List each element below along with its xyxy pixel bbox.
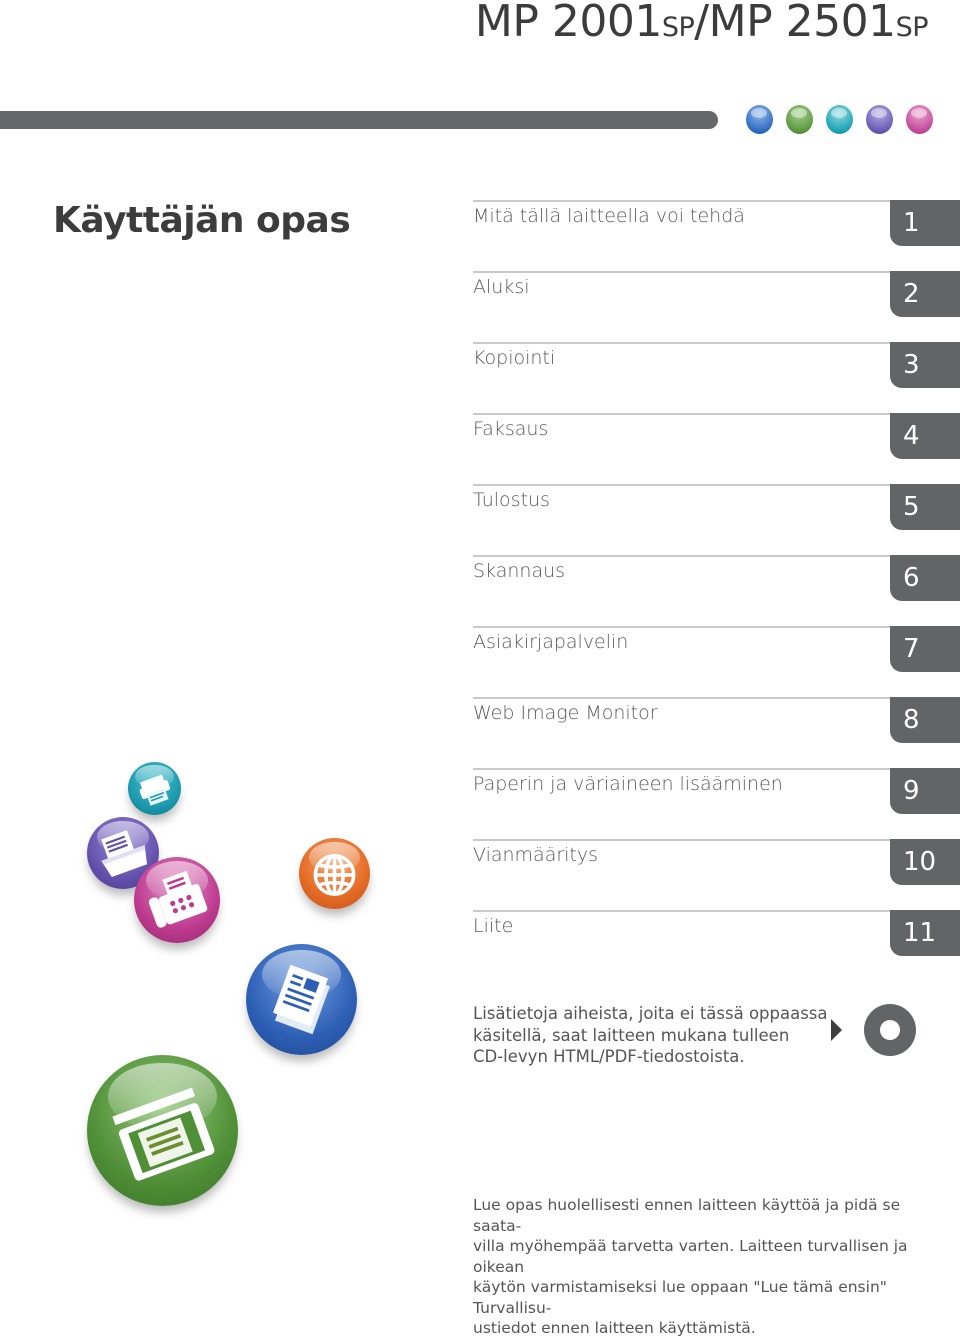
toc-item-label[interactable]: Aluksi	[473, 276, 530, 298]
chapter-tab-2[interactable]: 2	[890, 271, 960, 317]
toc-item-10[interactable]: Vianmääritys 10	[473, 839, 960, 910]
chapter-number: 2	[903, 279, 920, 309]
chapter-number: 10	[903, 847, 937, 877]
table-of-contents: Mitä tällä laitteella voi tehdä 1 Aluksi 2…	[473, 200, 960, 981]
cd-reference-note: Lisätietoja aiheista, joita ei tässä opp…	[473, 1004, 828, 1066]
model-title: MP 2001SP/MP 2501SP	[474, 0, 929, 47]
divider	[473, 839, 960, 841]
toc-item-3[interactable]: Kopiointi 3	[473, 342, 960, 413]
chapter-tab-5[interactable]: 5	[890, 484, 960, 530]
model-name-2: /MP 2501	[694, 0, 896, 47]
divider	[473, 271, 960, 273]
toc-item-label[interactable]: Skannaus	[473, 560, 565, 582]
scanner-icon	[87, 1055, 238, 1206]
toc-item-label[interactable]: Web Image Monitor	[473, 702, 658, 724]
cd-disc-icon	[864, 1004, 916, 1056]
divider	[473, 484, 960, 486]
chapter-tab-9[interactable]: 9	[890, 768, 960, 814]
toc-item-9[interactable]: Paperin ja väriaineen lisääminen 9	[473, 768, 960, 839]
chapter-number: 11	[903, 918, 937, 948]
chapter-number: 7	[903, 634, 920, 664]
chapter-tab-11[interactable]: 11	[890, 910, 960, 956]
toc-item-11[interactable]: Liite 11	[473, 910, 960, 981]
model-name-1: MP 2001	[474, 0, 662, 47]
document-title: Käyttäjän opas	[53, 200, 351, 241]
toc-item-8[interactable]: Web Image Monitor 8	[473, 697, 960, 768]
toc-item-label[interactable]: Kopiointi	[473, 347, 555, 369]
printer-icon	[128, 762, 181, 815]
blue-dot-icon	[746, 105, 773, 134]
toc-item-label[interactable]: Faksaus	[473, 418, 548, 440]
chapter-tab-10[interactable]: 10	[890, 839, 960, 885]
toc-item-1[interactable]: Mitä tällä laitteella voi tehdä 1	[473, 200, 960, 271]
web-globe-icon	[299, 838, 370, 909]
chapter-tab-3[interactable]: 3	[890, 342, 960, 388]
chapter-tab-4[interactable]: 4	[890, 413, 960, 459]
divider	[473, 342, 960, 344]
divider	[473, 626, 960, 628]
divider	[473, 413, 960, 415]
pink-dot-icon	[906, 105, 933, 134]
divider	[473, 555, 960, 557]
arrow-right-icon	[831, 1019, 842, 1041]
chapter-number: 9	[903, 776, 920, 806]
toc-item-6[interactable]: Skannaus 6	[473, 555, 960, 626]
chapter-number: 1	[903, 208, 920, 238]
copy-icon	[246, 944, 357, 1055]
toc-item-2[interactable]: Aluksi 2	[473, 271, 960, 342]
divider	[473, 697, 960, 699]
purple-dot-icon	[866, 105, 893, 134]
divider	[473, 768, 960, 770]
chapter-number: 4	[903, 421, 920, 451]
chapter-number: 6	[903, 563, 920, 593]
toc-item-4[interactable]: Faksaus 4	[473, 413, 960, 484]
green-dot-icon	[786, 105, 813, 134]
teal-dot-icon	[826, 105, 853, 134]
chapter-number: 3	[903, 350, 920, 380]
toc-item-label[interactable]: Paperin ja väriaineen lisääminen	[473, 773, 783, 795]
toc-item-5[interactable]: Tulostus 5	[473, 484, 960, 555]
divider	[473, 910, 960, 912]
chapter-tab-8[interactable]: 8	[890, 697, 960, 743]
safety-notice: Lue opas huolellisesti ennen laitteen kä…	[473, 1196, 908, 1337]
chapter-tab-7[interactable]: 7	[890, 626, 960, 672]
toc-item-label[interactable]: Vianmääritys	[473, 844, 598, 866]
divider	[473, 200, 960, 202]
toc-item-label[interactable]: Tulostus	[473, 489, 550, 511]
color-dots	[746, 105, 933, 134]
toc-item-label[interactable]: Liite	[473, 915, 513, 937]
toc-item-label[interactable]: Asiakirjapalvelin	[473, 631, 628, 653]
chapter-number: 8	[903, 705, 920, 735]
chapter-tab-6[interactable]: 6	[890, 555, 960, 601]
fax-icon	[134, 857, 220, 943]
header-band	[0, 111, 718, 129]
chapter-tab-1[interactable]: 1	[890, 200, 960, 246]
toc-item-7[interactable]: Asiakirjapalvelin 7	[473, 626, 960, 697]
model-suffix-2: SP	[895, 12, 929, 43]
model-suffix-1: SP	[661, 12, 695, 43]
chapter-number: 5	[903, 492, 920, 522]
toc-item-label[interactable]: Mitä tällä laitteella voi tehdä	[473, 205, 745, 227]
